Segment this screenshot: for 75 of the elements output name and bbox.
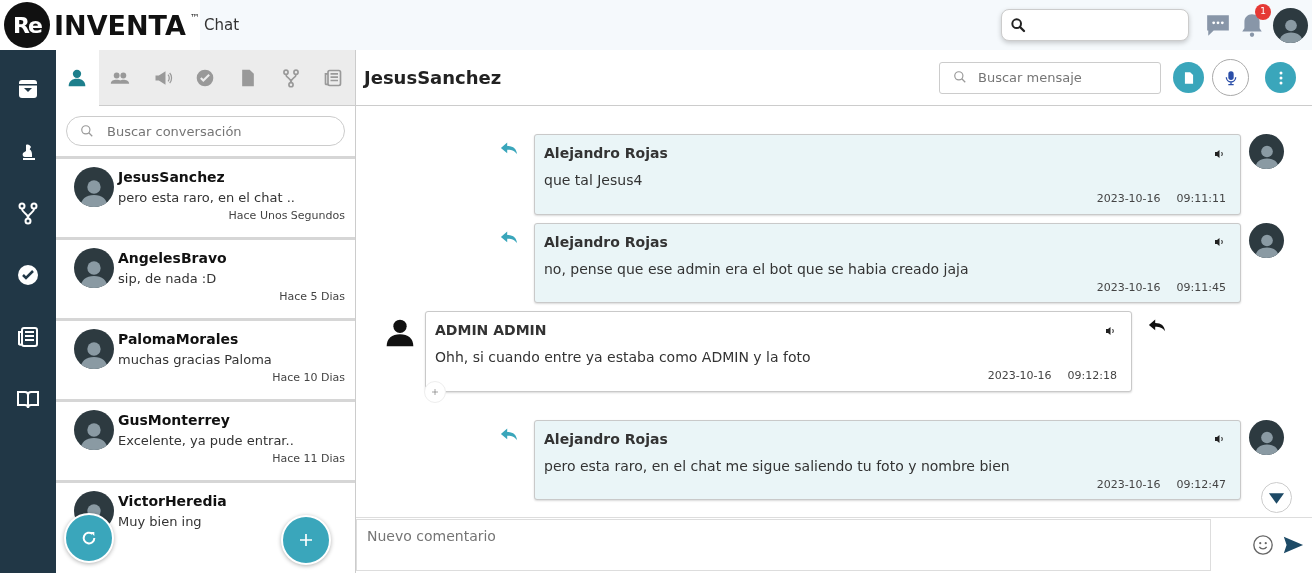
message-date: 2023-10-16	[1096, 279, 1161, 296]
timestamp: Hace Unos Segundos	[227, 207, 345, 224]
sender-name: ADMIN ADMIN	[435, 321, 547, 340]
message-time: 09:12:18	[1067, 368, 1117, 384]
avatar	[74, 167, 114, 207]
contact-name[interactable]: PalomaMorales	[118, 329, 345, 350]
search-field[interactable]	[1001, 9, 1189, 41]
message-date: 2023-10-16	[1096, 191, 1161, 207]
emoji-icon[interactable]	[1252, 533, 1274, 556]
contact-name[interactable]: VictorHeredia	[118, 491, 345, 512]
speaker-icon[interactable]	[1214, 147, 1226, 160]
archive-icon	[16, 77, 40, 101]
avatar	[1249, 419, 1284, 455]
attach-file-button[interactable]	[1173, 62, 1204, 93]
check-circle-icon	[16, 263, 40, 287]
message-time: 09:11:11	[1176, 191, 1226, 207]
search-field[interactable]: Buscar mensaje	[939, 61, 1161, 94]
add-button[interactable]	[281, 515, 331, 565]
person-icon	[384, 317, 416, 349]
check-circle-icon	[195, 68, 216, 88]
chat-title: JesusSanchez	[364, 66, 503, 90]
comment-field[interactable]: Nuevo comentario	[356, 518, 1211, 571]
timestamp: Hace 11 Dias	[271, 450, 345, 467]
sender-name: Alejandro Rojas	[544, 429, 668, 449]
refresh-icon	[81, 530, 97, 546]
newspaper-icon	[16, 325, 40, 349]
avatar	[74, 410, 114, 450]
message-preview: pero esta raro, en el chat ..	[118, 189, 296, 207]
person-icon	[67, 68, 88, 88]
search-field[interactable]: Buscar conversación	[66, 116, 345, 146]
avatar	[1249, 222, 1284, 258]
microphone-button[interactable]	[1212, 59, 1249, 96]
speaker-icon[interactable]	[1214, 236, 1226, 248]
message-text: no, pense que ese admin era el bot que se habia creado jaja	[544, 259, 970, 279]
fork-icon	[280, 68, 301, 88]
notification-badge: 1	[1255, 4, 1271, 20]
message-date: 2023-10-16	[1096, 476, 1161, 493]
plus-icon	[298, 532, 314, 548]
logo-name: INVENTA	[54, 11, 186, 39]
avatar	[74, 329, 114, 369]
message-date: 2023-10-16	[987, 368, 1052, 384]
fork-icon	[16, 201, 40, 225]
avatar	[1273, 7, 1308, 43]
search-icon	[1010, 17, 1026, 33]
message-text: pero esta raro, en el chat me sigue saliendo tu foto y nombre bien	[544, 456, 1011, 476]
avatar	[1249, 134, 1284, 169]
message-text: que tal Jesus4	[544, 171, 644, 190]
scroll-down-button[interactable]	[1261, 482, 1292, 513]
message-preview: Muy bien ing	[118, 513, 203, 531]
more-icon	[1278, 70, 1283, 85]
contact-name[interactable]: GusMonterrey	[118, 410, 345, 431]
product-name: Chat	[204, 14, 240, 36]
speaker-icon[interactable]	[1214, 433, 1226, 445]
newspaper-icon	[323, 68, 344, 88]
message-time: 09:12:47	[1176, 476, 1226, 493]
refresh-button[interactable]	[64, 513, 114, 563]
trademark: ™	[189, 11, 200, 25]
timestamp: Hace 10 Dias	[271, 369, 345, 386]
more-button[interactable]	[1265, 62, 1296, 93]
message-time: 09:11:45	[1176, 279, 1226, 296]
chat-icon[interactable]	[1205, 12, 1231, 38]
message-text: Ohh, si cuando entre ya estaba como ADMIN y la foto	[435, 348, 812, 367]
sender-name: Alejandro Rojas	[544, 232, 668, 252]
speaker-icon[interactable]	[1105, 324, 1117, 337]
bell-icon[interactable]	[1239, 12, 1265, 38]
sender-name: Alejandro Rojas	[544, 144, 668, 163]
caret-down-icon	[1268, 490, 1285, 505]
message-preview: Excelente, ya pude entrar..	[118, 432, 295, 450]
logo-mark: Re	[4, 2, 50, 48]
message-preview: sip, de nada :D	[118, 270, 218, 288]
message-preview: muchas gracias Paloma	[118, 351, 273, 369]
timestamp: Hace 5 Dias	[278, 288, 345, 305]
avatar	[74, 248, 114, 288]
contact-name[interactable]: AngelesBravo	[118, 248, 345, 269]
contact-name[interactable]: JesusSanchez	[118, 167, 345, 188]
